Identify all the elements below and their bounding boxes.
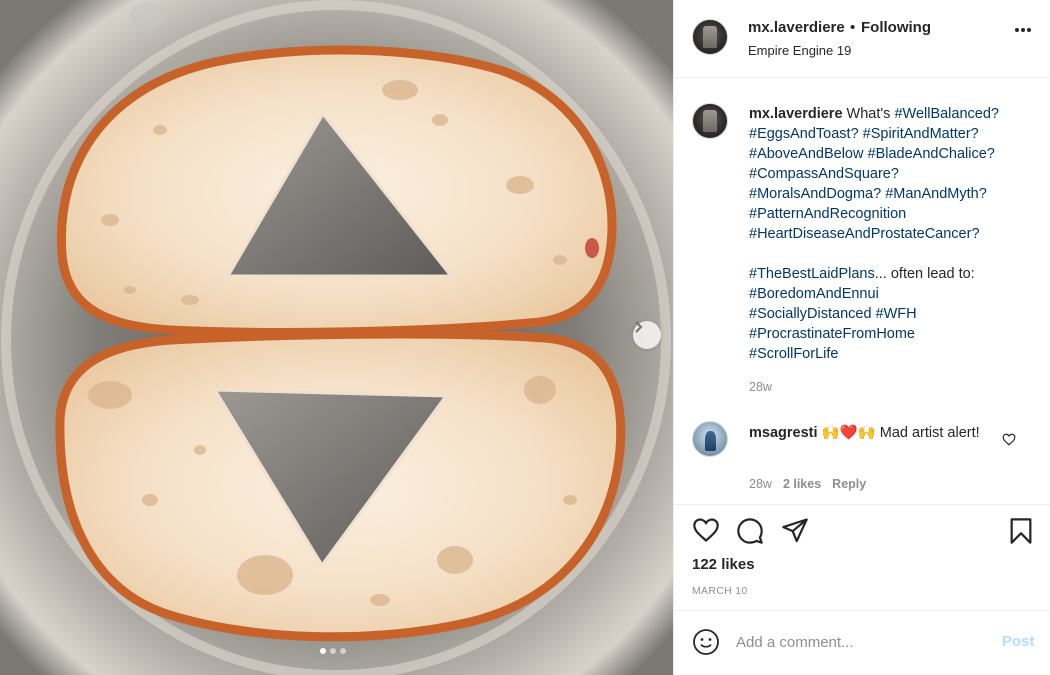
hashtag-line[interactable]: #BoredomAndEnnui	[749, 284, 1039, 304]
comment-bubble-icon[interactable]	[736, 517, 764, 545]
comment-meta: 28w 2 likes Reply	[749, 477, 866, 491]
comments-list[interactable]: mx.laverdiere What's #WellBalanced? #Egg…	[674, 78, 1050, 504]
follow-status-button[interactable]: Following	[861, 19, 931, 36]
carousel-dot	[330, 648, 336, 654]
post-details-panel: mx.laverdiere • Following Empire Engine …	[673, 0, 1050, 675]
caption-avatar[interactable]	[692, 103, 728, 139]
comment-input[interactable]	[736, 631, 986, 653]
more-options-icon[interactable]	[1014, 27, 1032, 33]
post-date[interactable]: MARCH 10	[692, 585, 748, 597]
hashtag-line[interactable]: #MoralsAndDogma? #ManAndMyth?	[749, 184, 1039, 204]
like-heart-icon[interactable]	[692, 517, 720, 543]
chevron-right-icon	[635, 321, 643, 333]
header-separator: •	[850, 19, 856, 36]
comment-emojis: 🙌❤️🙌	[821, 425, 876, 441]
hashtag-line[interactable]: #CompassAndSquare?	[749, 164, 1039, 184]
post-photo[interactable]	[0, 0, 673, 675]
caption-text-2: ... often lead to:	[874, 266, 975, 282]
author-username[interactable]: mx.laverdiere	[748, 19, 845, 36]
carousel-dot	[340, 648, 346, 654]
caption-username[interactable]: mx.laverdiere	[749, 106, 843, 122]
comment-username[interactable]: msagresti	[749, 425, 818, 441]
comment-likes[interactable]: 2 likes	[783, 477, 821, 491]
save-bookmark-icon[interactable]	[1008, 517, 1034, 545]
caption-lead: What's	[846, 106, 891, 122]
hashtag-line[interactable]: #ProcrastinateFromHome	[749, 324, 1039, 344]
commenter-avatar[interactable]	[692, 421, 728, 457]
post-location[interactable]: Empire Engine 19	[748, 43, 851, 58]
hashtag-line[interactable]: #HeartDiseaseAndProstateCancer?	[749, 224, 1039, 244]
post-header: mx.laverdiere • Following Empire Engine …	[674, 0, 1050, 78]
hashtag-line[interactable]: #PatternAndRecognition	[749, 204, 1039, 224]
author-avatar[interactable]	[692, 19, 728, 55]
hashtag-link[interactable]: #WellBalanced?	[894, 106, 999, 122]
caption-timestamp[interactable]: 28w	[749, 380, 772, 394]
carousel-indicator	[320, 648, 346, 654]
action-bar: 122 likes MARCH 10	[674, 504, 1050, 610]
comment-reply-button[interactable]: Reply	[832, 477, 866, 491]
add-comment-bar: Post	[674, 610, 1050, 675]
comment: msagresti 🙌❤️🙌 Mad artist alert!	[749, 423, 994, 443]
post-comment-button[interactable]: Post	[1002, 633, 1035, 650]
likes-count[interactable]: 122 likes	[692, 556, 755, 573]
carousel-dot	[320, 648, 326, 654]
comment-text: Mad artist alert!	[879, 425, 980, 441]
hashtag-line[interactable]: #ScrollForLife	[749, 344, 1039, 364]
hashtag-line[interactable]: #SociallyDistanced #WFH	[749, 304, 1039, 324]
comment-like-heart-icon[interactable]	[1002, 433, 1016, 446]
photo-artwork	[0, 0, 673, 675]
caption: mx.laverdiere What's #WellBalanced? #Egg…	[749, 104, 1039, 364]
share-plane-icon[interactable]	[781, 517, 809, 543]
comment-timestamp[interactable]: 28w	[749, 477, 772, 491]
carousel-next-button[interactable]	[633, 321, 661, 349]
hashtag-link[interactable]: #TheBestLaidPlans	[749, 266, 875, 282]
hashtag-line[interactable]: #AboveAndBelow #BladeAndChalice?	[749, 144, 1039, 164]
emoji-icon[interactable]	[692, 628, 720, 656]
hashtag-line[interactable]: #EggsAndToast? #SpiritAndMatter?	[749, 124, 1039, 144]
